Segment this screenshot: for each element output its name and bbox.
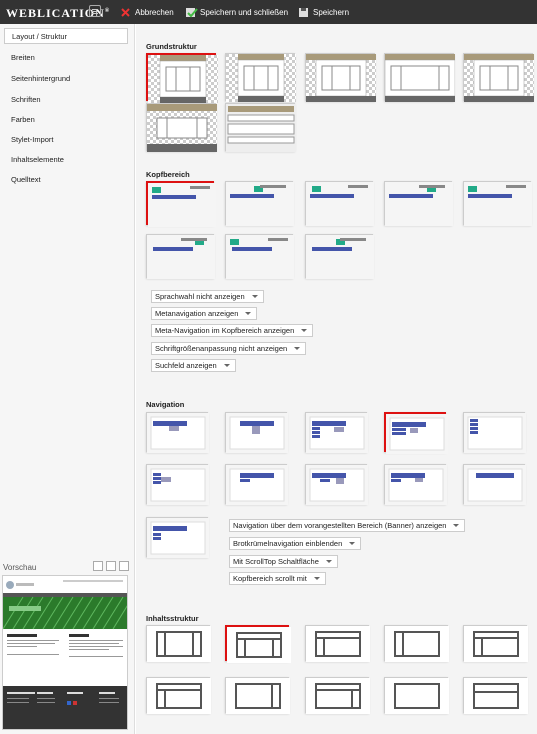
section-title-navigation: Navigation: [146, 400, 185, 409]
navigation-layout-option-1[interactable]: [146, 412, 209, 453]
kopfbereich-layout-option-4[interactable]: [384, 181, 453, 226]
navigation-layout-option-5[interactable]: [463, 412, 526, 453]
navigation-layout-option-8[interactable]: [305, 464, 368, 505]
inhaltsstruktur-layout-option-1[interactable]: [146, 625, 211, 662]
grundstruktur-layout-option-2[interactable]: [225, 53, 296, 102]
sidebar-item-inhaltselemente[interactable]: Inhaltselemente: [4, 152, 128, 168]
grundstruktur-layout-option-5[interactable]: [463, 53, 534, 102]
dropdown-brotkruemel[interactable]: Brotkrümelnavigation einblenden: [229, 537, 362, 550]
inhaltsstruktur-layout-option-2[interactable]: [225, 625, 291, 663]
dropdown-schriftgroesse[interactable]: Schriftgrößenanpassung nicht anzeigen: [151, 342, 307, 355]
navigation-layout-option-4[interactable]: [384, 412, 448, 454]
navigation-layout-option-6[interactable]: [146, 464, 209, 505]
preview-tablet-button[interactable]: [106, 561, 116, 571]
grundstruktur-layout-option-3[interactable]: [305, 53, 376, 102]
navigation-layout-option-11[interactable]: [146, 517, 209, 558]
kopfbereich-layout-option-6[interactable]: [146, 234, 215, 279]
inhaltsstruktur-layout-option-4[interactable]: [384, 625, 449, 662]
dropdown-navigation-banner[interactable]: Navigation über dem vorangestellten Bere…: [229, 519, 466, 532]
inhaltsstruktur-layout-option-7[interactable]: [225, 677, 290, 714]
floppy-disk-icon: [298, 7, 309, 18]
inhaltsstruktur-layout-option-8[interactable]: [305, 677, 370, 714]
close-icon: [120, 7, 131, 18]
main-content: Grundstruktur Kopfbereich Sprachwahl nic…: [136, 24, 537, 734]
preview-desktop-button[interactable]: [93, 561, 103, 571]
grundstruktur-layout-option-7[interactable]: [225, 103, 296, 152]
sidebar-item-seitenhintergrund[interactable]: Seitenhintergrund: [4, 71, 128, 87]
inhaltsstruktur-layout-option-5[interactable]: [463, 625, 528, 662]
dropdown-suchfeld[interactable]: Suchfeld anzeigen: [151, 359, 236, 372]
dropdown-sprachwahl[interactable]: Sprachwahl nicht anzeigen: [151, 290, 264, 303]
navigation-layout-option-10[interactable]: [463, 464, 526, 505]
cancel-button[interactable]: Abbrechen: [120, 6, 174, 18]
dropdown-scrolltop[interactable]: Mit ScrollTop Schaltfläche: [229, 555, 338, 568]
grundstruktur-layout-option-6[interactable]: [146, 103, 217, 152]
kopfbereich-layout-option-1[interactable]: [146, 181, 216, 227]
sidebar-item-schriften[interactable]: Schriften: [4, 92, 128, 108]
sidebar-item-quelltext[interactable]: Quelltext: [4, 172, 128, 188]
grundstruktur-layout-option-1[interactable]: [146, 53, 218, 103]
inhaltsstruktur-layout-option-6[interactable]: [146, 677, 211, 714]
page-preview-image: [3, 580, 127, 729]
preview-label: Vorschau: [3, 563, 37, 572]
navigation-layout-option-3[interactable]: [305, 412, 368, 453]
dropdown-meta-navigation-kopfbereich[interactable]: Meta-Navigation im Kopfbereich anzeigen: [151, 324, 314, 337]
section-title-kopfbereich: Kopfbereich: [146, 170, 190, 179]
menu-icon[interactable]: [89, 5, 101, 17]
grundstruktur-layout-option-4[interactable]: [384, 53, 456, 102]
top-toolbar: WEBLICATION® Abbrechen Speichern und sch…: [0, 0, 537, 24]
navigation-layout-option-9[interactable]: [384, 464, 447, 505]
sidebar-item-farben[interactable]: Farben: [4, 112, 128, 128]
kopfbereich-layout-option-8[interactable]: [305, 234, 374, 279]
dropdown-metanavigation[interactable]: Metanavigation anzeigen: [151, 307, 258, 320]
dropdown-kopfbereich-scroll[interactable]: Kopfbereich scrollt mit: [229, 572, 326, 585]
kopfbereich-layout-option-7[interactable]: [225, 234, 294, 279]
section-title-inhaltsstruktur: Inhaltsstruktur: [146, 614, 199, 623]
kopfbereich-layout-option-3[interactable]: [305, 181, 374, 226]
save-and-close-button[interactable]: Speichern und schließen: [185, 6, 288, 18]
inhaltsstruktur-layout-option-10[interactable]: [463, 677, 528, 714]
kopfbereich-layout-option-5[interactable]: [463, 181, 532, 226]
section-title-grundstruktur: Grundstruktur: [146, 42, 197, 51]
kopfbereich-layout-option-2[interactable]: [225, 181, 294, 226]
preview-thumbnail: [2, 575, 128, 730]
preview-phone-button[interactable]: [119, 561, 129, 571]
sidebar-item-breiten[interactable]: Breiten: [4, 50, 128, 66]
save-button[interactable]: Speichern: [298, 6, 349, 18]
sidebar-item-layout-struktur[interactable]: Layout / Struktur: [4, 28, 128, 44]
inhaltsstruktur-layout-option-9[interactable]: [384, 677, 449, 714]
save-check-icon: [185, 7, 198, 18]
sidebar-item-stylet-import[interactable]: Stylet-Import: [4, 132, 128, 148]
inhaltsstruktur-layout-option-3[interactable]: [305, 625, 370, 662]
navigation-layout-option-7[interactable]: [225, 464, 288, 505]
navigation-layout-option-2[interactable]: [225, 412, 288, 453]
